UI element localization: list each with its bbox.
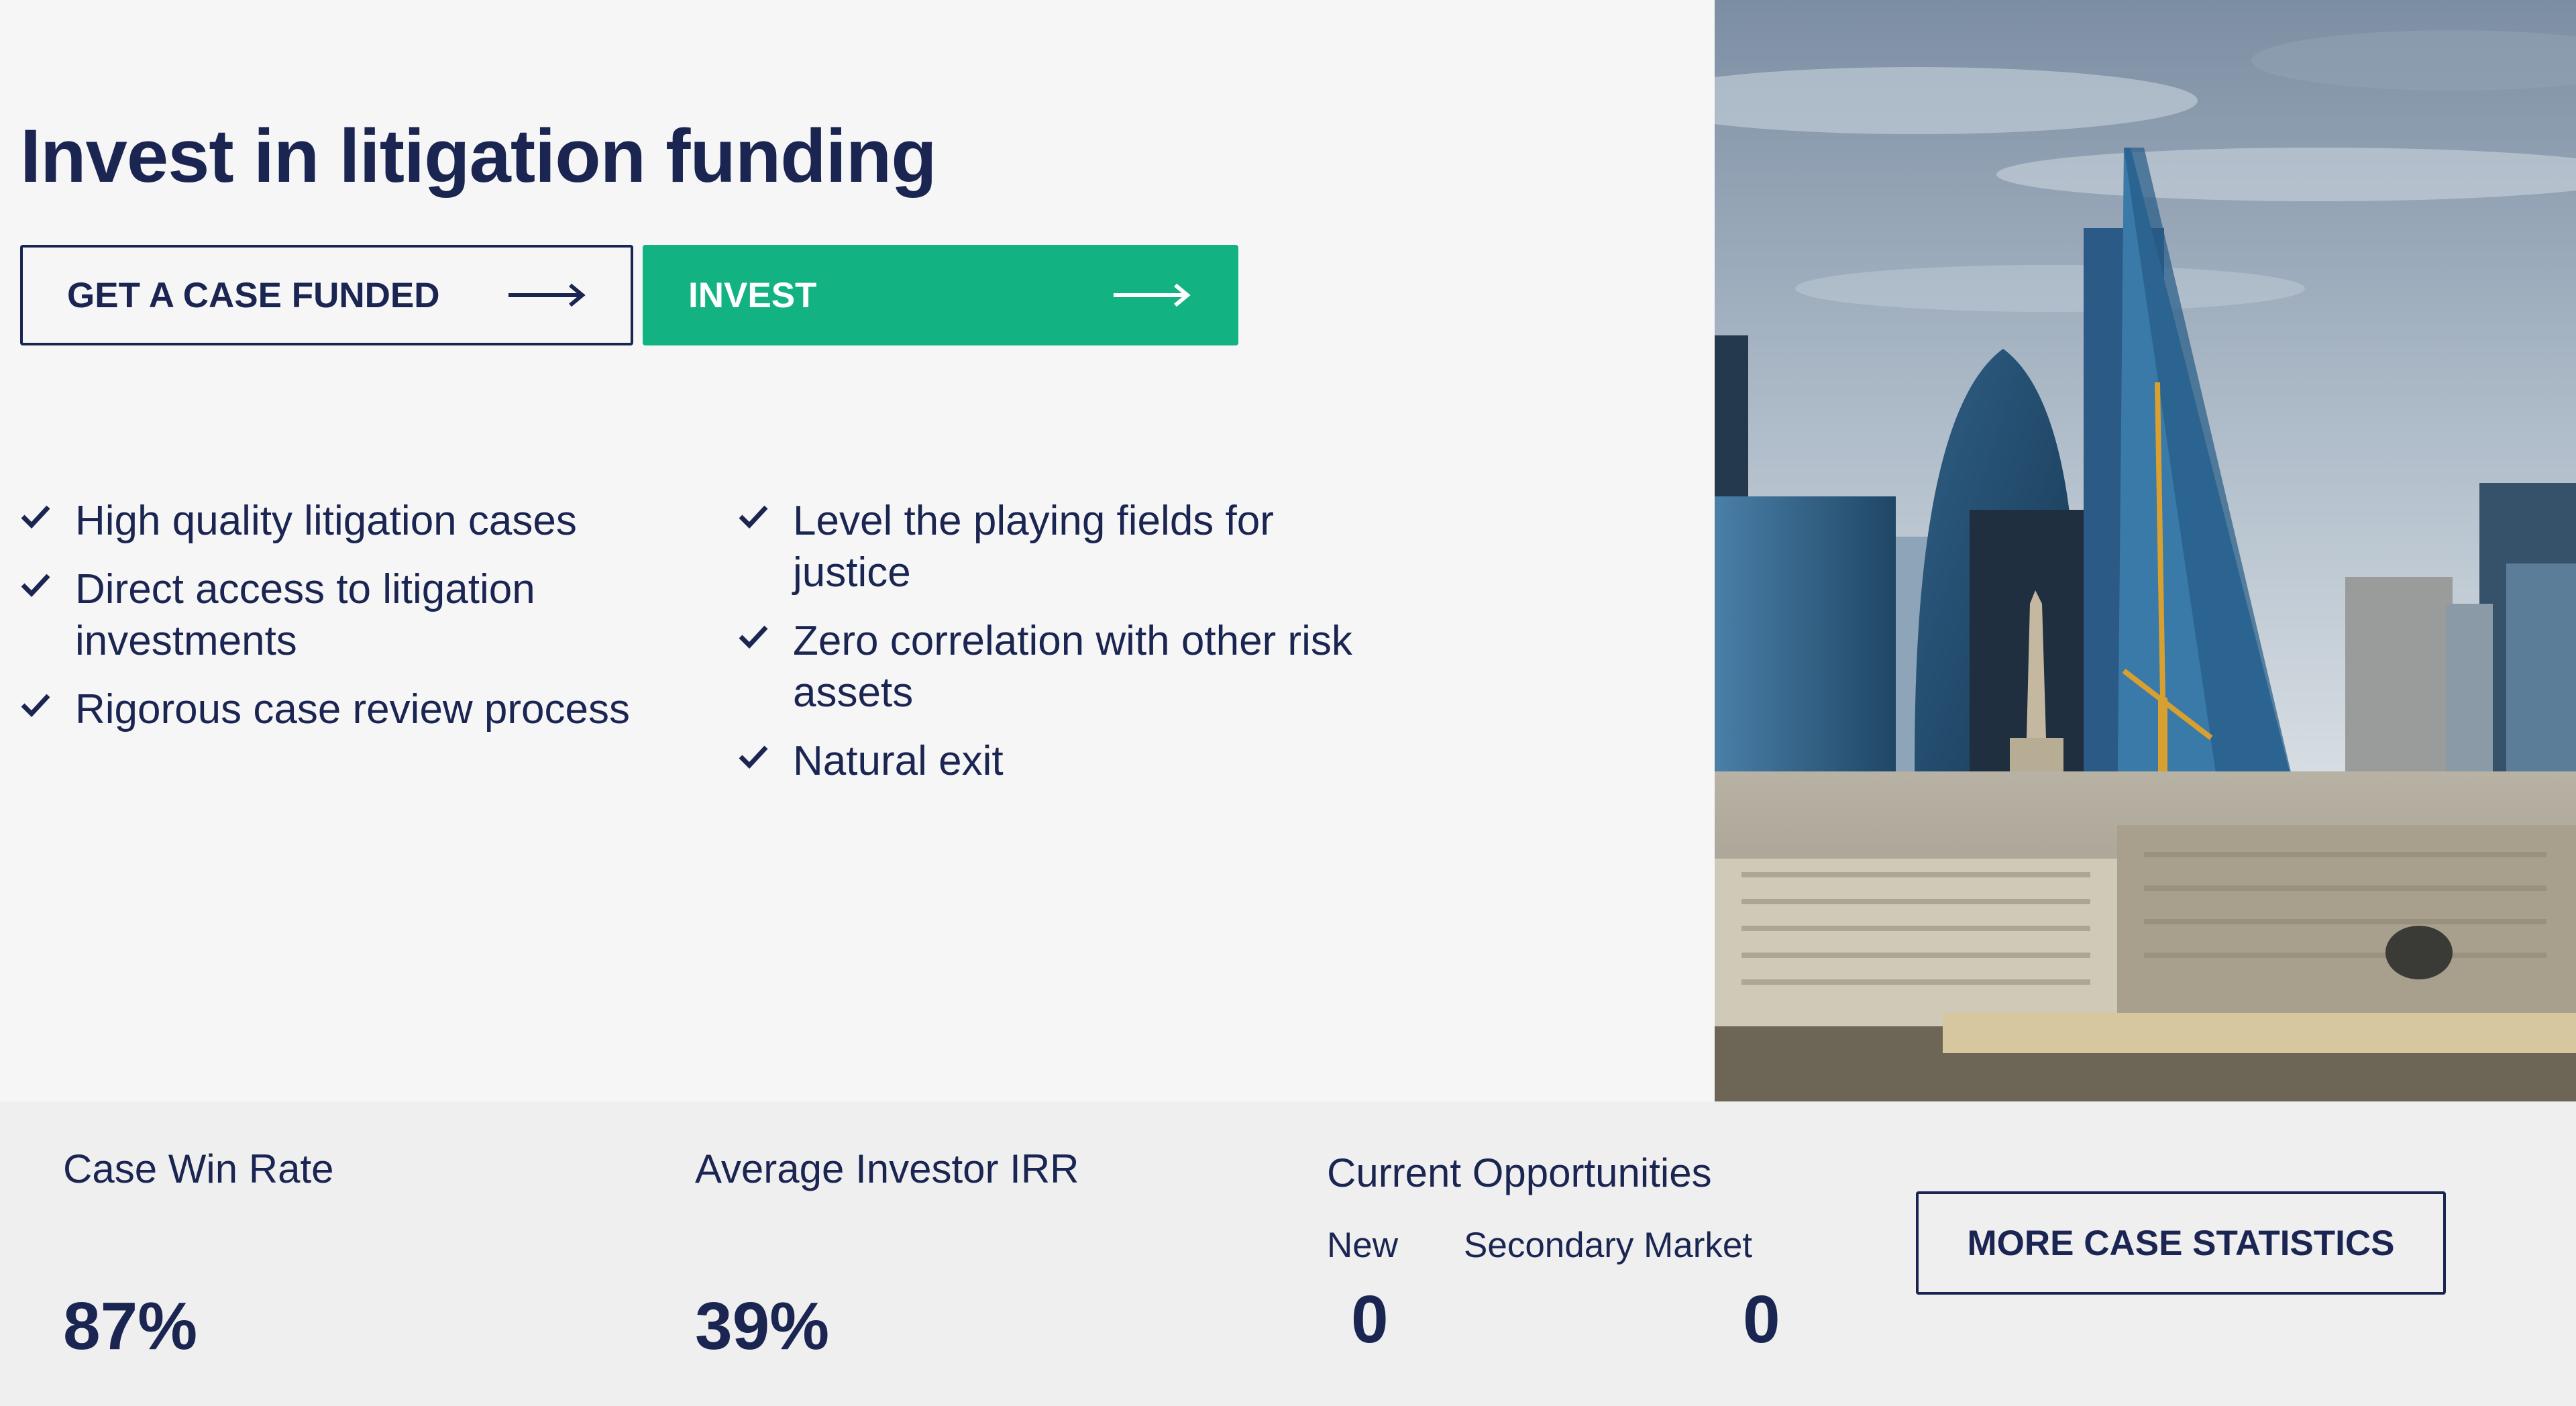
check-icon bbox=[739, 745, 768, 769]
check-icon bbox=[21, 574, 50, 598]
feature-item: Zero correlation with other risk assets bbox=[738, 615, 1464, 718]
feature-text: Rigorous case review process bbox=[75, 686, 631, 733]
get-case-funded-label: GET A CASE FUNDED bbox=[67, 275, 440, 315]
check-icon bbox=[739, 505, 768, 529]
check-icon bbox=[21, 505, 50, 529]
case-win-rate-value: 87% bbox=[63, 1289, 198, 1364]
arrow-right-icon bbox=[1114, 283, 1191, 307]
feature-item: Level the playing fields for justice bbox=[738, 495, 1350, 598]
feature-item: Direct access to litigation investments bbox=[20, 563, 585, 667]
check-icon bbox=[21, 694, 50, 718]
features-list-right: Level the playing fields for justice Zer… bbox=[738, 495, 1462, 804]
average-irr-label: Average Investor IRR bbox=[695, 1146, 1079, 1191]
secondary-market-value: 0 bbox=[1743, 1282, 1780, 1357]
feature-text: High quality litigation cases bbox=[75, 498, 577, 544]
features-list-left: High quality litigation cases Direct acc… bbox=[20, 495, 691, 752]
more-case-statistics-button[interactable]: MORE CASE STATISTICS bbox=[1916, 1191, 2446, 1295]
invest-button[interactable]: INVEST bbox=[643, 245, 1238, 345]
average-irr-value: 39% bbox=[695, 1289, 830, 1364]
hero-title: Invest in litigation funding bbox=[20, 114, 937, 198]
new-opportunities-label: New bbox=[1327, 1226, 1399, 1265]
feature-text: Zero correlation with other risk assets bbox=[793, 618, 1352, 716]
feature-text: Level the playing fields for justice bbox=[793, 498, 1274, 596]
case-win-rate-label: Case Win Rate bbox=[63, 1146, 334, 1191]
feature-text: Direct access to litigation investments bbox=[75, 566, 535, 664]
feature-item: Natural exit bbox=[738, 735, 1462, 787]
hero-section: Invest in litigation funding GET A CASE … bbox=[0, 0, 1715, 1101]
get-case-funded-button[interactable]: GET A CASE FUNDED bbox=[20, 245, 633, 345]
city-skyline-image bbox=[1715, 0, 2576, 1101]
invest-label: INVEST bbox=[688, 275, 817, 315]
arrow-right-icon bbox=[508, 283, 586, 307]
feature-text: Natural exit bbox=[793, 738, 1004, 784]
skyline-illustration bbox=[1715, 0, 2576, 1101]
secondary-market-label: Secondary Market bbox=[1464, 1226, 1753, 1265]
page: Invest in litigation funding GET A CASE … bbox=[0, 0, 2576, 1406]
new-opportunities-value: 0 bbox=[1351, 1282, 1389, 1357]
check-icon bbox=[739, 625, 768, 649]
current-opportunities-label: Current Opportunities bbox=[1327, 1150, 1712, 1195]
feature-item: High quality litigation cases bbox=[20, 495, 691, 547]
feature-item: Rigorous case review process bbox=[20, 684, 691, 735]
